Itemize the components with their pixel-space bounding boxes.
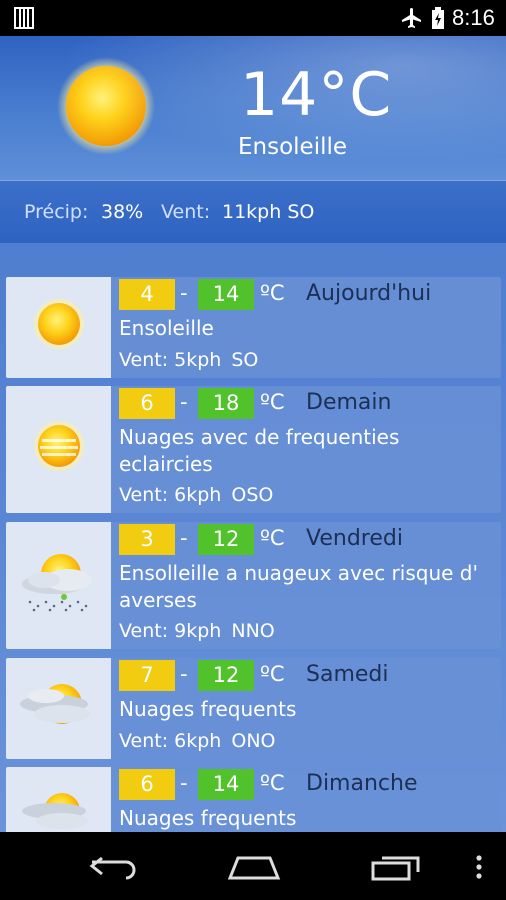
forecast-thumb xyxy=(6,386,111,513)
low-temp: 3 xyxy=(119,524,175,555)
precip-value: 38% xyxy=(101,201,144,223)
high-temp: 14 xyxy=(198,769,254,800)
forecast-day: Demain xyxy=(306,390,392,415)
forecast-thumb xyxy=(6,658,111,759)
forecast-day: Dimanche xyxy=(306,771,418,796)
temp-unit: ºC xyxy=(260,281,285,305)
hazy-sun-icon xyxy=(34,421,84,471)
forecast-card[interactable]: 3 - 12 ºC Vendredi Ensolleille a nuageux… xyxy=(6,522,501,649)
status-time: 8:16 xyxy=(452,5,495,30)
home-icon[interactable] xyxy=(226,852,282,882)
forecast-card[interactable]: 4 - 14 ºC Aujourd'hui Ensoleille Vent: 5… xyxy=(6,277,501,378)
forecast-card[interactable]: 6 - 18 ºC Demain Nuages avec de frequent… xyxy=(6,386,501,513)
navigation-bar xyxy=(0,832,506,900)
sunny-icon xyxy=(34,299,84,349)
wind-speed: 6kph xyxy=(174,730,222,752)
temp-separator: - xyxy=(180,281,188,305)
battery-icon xyxy=(432,7,444,29)
high-temp: 12 xyxy=(198,524,254,555)
forecast-wind: Vent: 6kph OSO xyxy=(119,484,273,506)
temp-unit: ºC xyxy=(260,771,285,795)
temp-unit: ºC xyxy=(260,526,285,550)
wind-value: 11kph SO xyxy=(222,201,315,223)
high-temp: 12 xyxy=(198,660,254,691)
forecast-description: Ensoleille xyxy=(119,316,214,340)
sun-cloud-rain-icon xyxy=(22,554,92,612)
high-temp: 14 xyxy=(198,279,254,310)
wind-speed: 6kph xyxy=(174,484,222,506)
wind-speed: 5kph xyxy=(174,349,222,371)
current-details: Précip: 38% Vent: 11kph SO xyxy=(0,181,506,243)
low-temp: 4 xyxy=(119,279,175,310)
sun-behind-clouds-icon xyxy=(22,793,88,829)
back-icon[interactable] xyxy=(88,854,138,880)
high-temp: 18 xyxy=(198,388,254,419)
wind-label: Vent: xyxy=(119,620,169,642)
wind-label: Vent: xyxy=(161,201,211,223)
current-temperature: 14°C xyxy=(240,60,393,130)
low-temp: 6 xyxy=(119,769,175,800)
forecast-day: Vendredi xyxy=(306,526,403,551)
forecast-description: Nuages avec de frequenties eclaircies xyxy=(119,425,400,476)
wind-direction: OSO xyxy=(231,484,274,506)
forecast-description: Nuages frequents xyxy=(119,806,297,830)
wind-label: Vent: xyxy=(119,484,169,506)
forecast-card[interactable]: 7 - 12 ºC Samedi Nuages frequents Vent: … xyxy=(6,658,501,759)
airplane-mode-icon xyxy=(402,8,421,28)
forecast-description: Ensolleille a nuageux avec risque d' ave… xyxy=(119,561,478,612)
temp-unit: ºC xyxy=(260,390,285,414)
temp-separator: - xyxy=(180,662,188,686)
forecast-wind: Vent: 6kph ONO xyxy=(119,730,275,752)
wind-direction: NNO xyxy=(231,620,275,642)
status-bar: 8:16 xyxy=(0,0,506,36)
forecast-wind: Vent: 5kph SO xyxy=(119,349,258,371)
forecast-thumb xyxy=(6,767,111,832)
menu-icon[interactable] xyxy=(474,854,484,880)
forecast-thumb xyxy=(6,277,111,378)
wind-label: Vent: xyxy=(119,349,169,371)
notification-icon xyxy=(14,7,34,29)
recents-icon[interactable] xyxy=(370,854,422,882)
forecast-card[interactable]: 6 - 14 ºC Dimanche Nuages frequents xyxy=(6,767,501,832)
wind-direction: SO xyxy=(231,349,259,371)
forecast-wind: Vent: 9kph NNO xyxy=(119,620,275,642)
weather-app: 14°C Ensoleille Précip: 38% Vent: 11kph … xyxy=(0,36,506,832)
temp-separator: - xyxy=(180,526,188,550)
forecast-thumb xyxy=(6,522,111,649)
wind-label: Vent: xyxy=(119,730,169,752)
wind-direction: ONO xyxy=(231,730,276,752)
sun-behind-clouds-icon xyxy=(20,684,90,724)
sun-icon xyxy=(57,57,155,155)
temp-unit: ºC xyxy=(260,662,285,686)
forecast-description: Nuages frequents xyxy=(119,697,297,721)
temp-separator: - xyxy=(180,390,188,414)
low-temp: 6 xyxy=(119,388,175,419)
current-weather-header: 14°C Ensoleille xyxy=(0,36,506,180)
forecast-day: Aujourd'hui xyxy=(306,281,432,306)
current-condition: Ensoleille xyxy=(238,134,348,160)
temp-separator: - xyxy=(180,771,188,795)
forecast-day: Samedi xyxy=(306,662,389,687)
precip-label: Précip: xyxy=(24,201,89,223)
low-temp: 7 xyxy=(119,660,175,691)
wind-speed: 9kph xyxy=(174,620,222,642)
